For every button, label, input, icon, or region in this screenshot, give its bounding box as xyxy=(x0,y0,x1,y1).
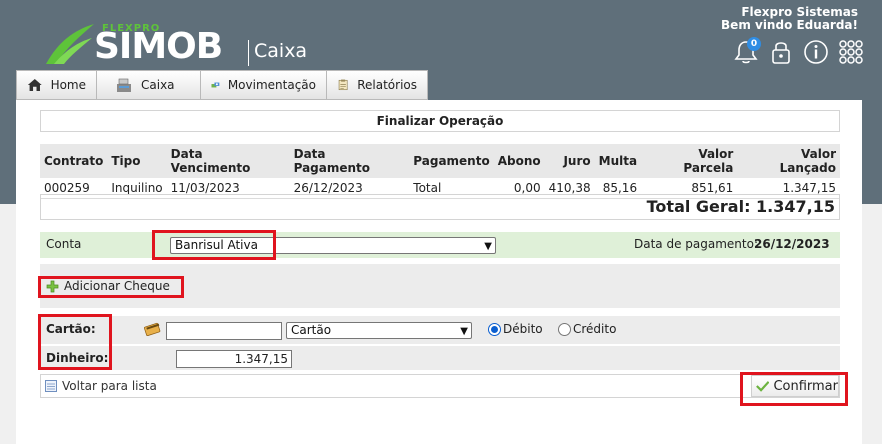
radio-credito-label: Crédito xyxy=(573,322,617,336)
cartao-select-value: Cartão xyxy=(291,323,332,337)
credit-card-icon xyxy=(144,322,161,336)
cartao-value-input[interactable] xyxy=(166,322,282,340)
cartao-row: Cartão: Cartão ▼ Débito Crédito xyxy=(40,316,840,344)
column-header: Valor Lançado xyxy=(737,144,840,178)
money-transfer-icon xyxy=(211,82,220,88)
menu-item-caixa[interactable]: Caixa xyxy=(96,70,200,100)
logo-separator xyxy=(248,40,249,66)
highlight-add-cheque xyxy=(38,276,184,298)
cartao-select[interactable]: Cartão ▼ xyxy=(286,322,472,339)
column-header: Data Vencimento xyxy=(166,144,290,178)
menu-item-movimentacao[interactable]: Movimentação xyxy=(200,70,326,100)
simob-logo: FLEXPRO SIMOB Caixa xyxy=(22,10,307,67)
highlight-cartao-dinheiro xyxy=(38,314,112,370)
back-to-list-label: Voltar para lista xyxy=(62,379,157,393)
chevron-down-icon: ▼ xyxy=(460,326,468,337)
menu-item-label: Caixa xyxy=(141,78,175,92)
dinheiro-input[interactable]: 1.347,15 xyxy=(176,350,292,368)
flexpro-leaf-icon xyxy=(46,24,94,64)
total-geral: Total Geral: 1.347,15 xyxy=(40,194,840,220)
apps-grid-icon[interactable] xyxy=(837,38,865,66)
conta-label: Conta xyxy=(46,237,82,251)
header-icons: 0 xyxy=(732,37,865,66)
notification-badge: 0 xyxy=(747,37,761,51)
column-header: Data Pagamento xyxy=(289,144,410,178)
main-menu: Home Caixa Movimentação Relatórios xyxy=(16,70,428,100)
radio-dot xyxy=(558,322,571,336)
table-header-row: Contrato Tipo Data Vencimento Data Pagam… xyxy=(40,144,840,178)
menu-item-label: Movimentação xyxy=(227,78,316,92)
radio-credito[interactable]: Crédito xyxy=(558,322,616,336)
payment-date-label: Data de pagamento: xyxy=(634,237,758,251)
menu-item-label: Relatórios xyxy=(357,78,417,92)
welcome-text: Bem vindo Eduarda! xyxy=(721,18,858,32)
highlight-conta-select xyxy=(152,230,276,260)
radio-dot-checked xyxy=(488,322,501,336)
dinheiro-row: Dinheiro: 1.347,15 xyxy=(40,346,840,370)
info-icon[interactable] xyxy=(802,38,830,66)
column-header: Valor Parcela xyxy=(641,144,738,178)
list-icon xyxy=(45,380,57,392)
column-header: Contrato xyxy=(40,144,108,178)
payment-date-value: 26/12/2023 xyxy=(754,237,830,251)
logo-big-text: SIMOB xyxy=(94,26,223,67)
report-icon xyxy=(338,79,348,91)
back-to-list-link[interactable]: Voltar para lista xyxy=(45,379,157,393)
column-header: Pagamento xyxy=(409,144,494,178)
highlight-confirm xyxy=(740,372,848,406)
chevron-down-icon: ▼ xyxy=(484,241,492,252)
home-icon xyxy=(27,78,42,92)
content-panel: Finalizar Operação Contrato Tipo Data Ve… xyxy=(16,100,862,444)
page-title: Finalizar Operação xyxy=(40,110,840,132)
bell-icon[interactable]: 0 xyxy=(732,37,761,66)
user-info: Flexpro Sistemas Bem vindo Eduarda! xyxy=(721,6,858,32)
column-header: Juro xyxy=(544,144,595,178)
column-header: Tipo xyxy=(107,144,167,178)
lock-icon[interactable] xyxy=(767,38,795,66)
cash-register-icon xyxy=(117,78,131,92)
footer-row: Voltar para lista Confirmar xyxy=(40,374,840,398)
contracts-table: Contrato Tipo Data Vencimento Data Pagam… xyxy=(40,144,840,199)
menu-item-home[interactable]: Home xyxy=(16,70,96,100)
column-header: Abono xyxy=(493,144,545,178)
column-header: Multa xyxy=(594,144,642,178)
menu-item-label: Home xyxy=(50,78,86,92)
logo-module-text: Caixa xyxy=(254,40,308,62)
radio-debito[interactable]: Débito xyxy=(488,322,543,336)
menu-item-relatorios[interactable]: Relatórios xyxy=(326,70,428,100)
radio-debito-label: Débito xyxy=(503,322,543,336)
